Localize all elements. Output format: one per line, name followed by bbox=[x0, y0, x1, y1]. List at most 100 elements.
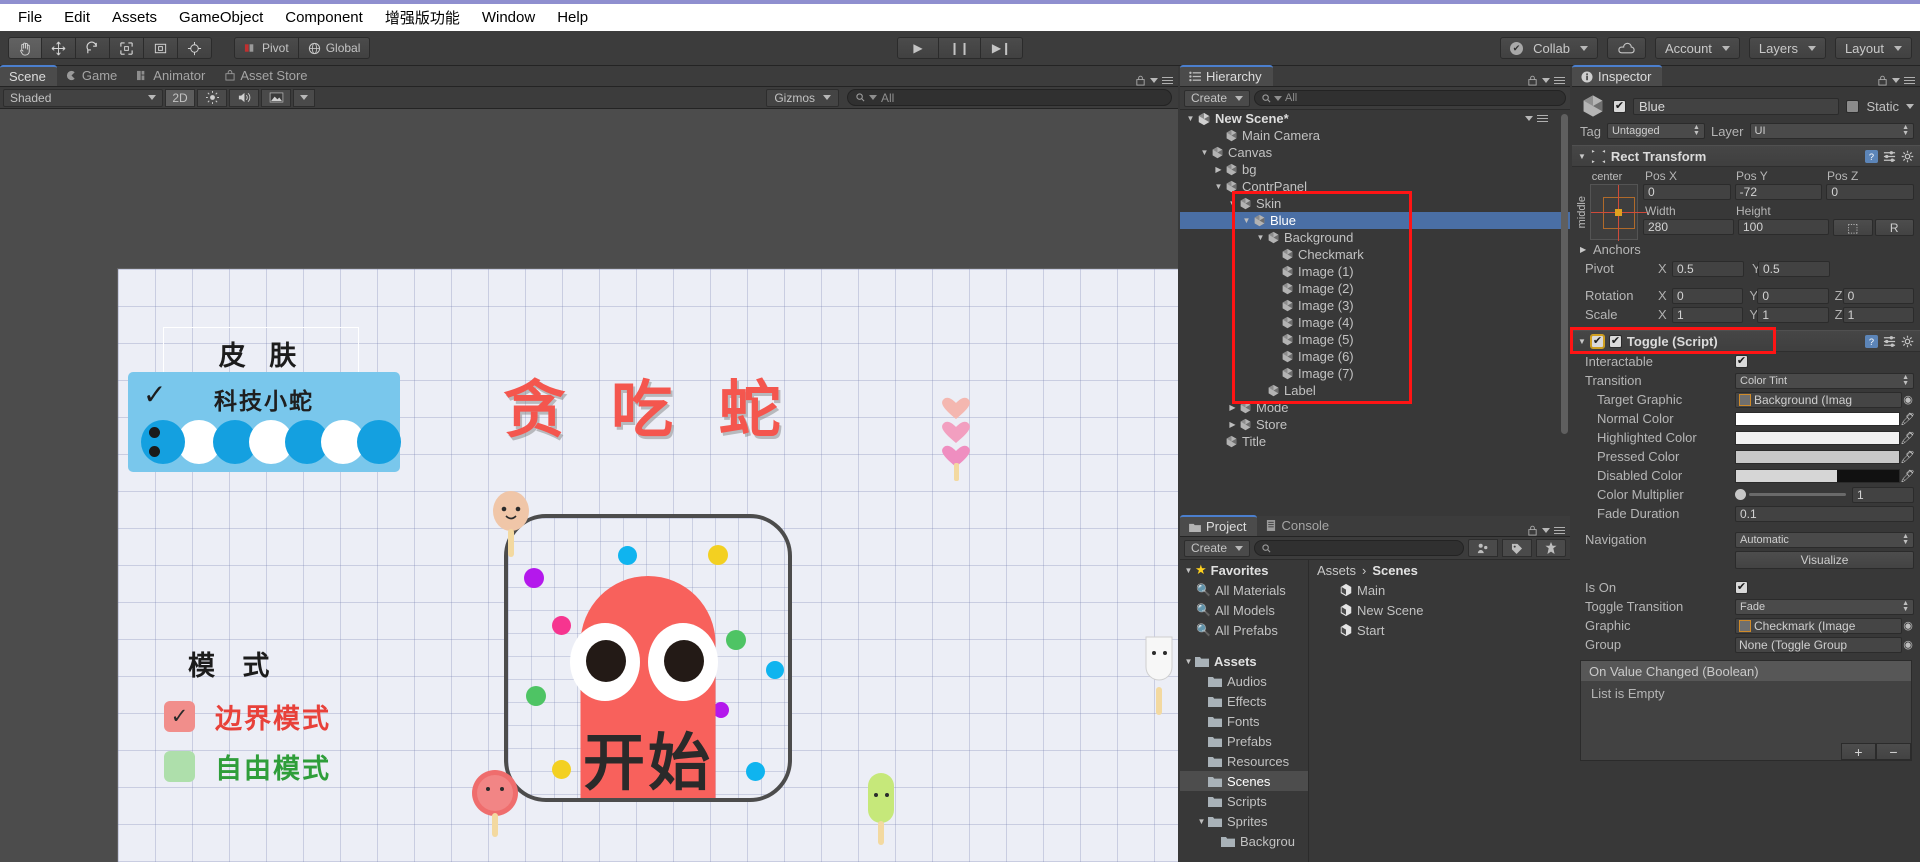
raw-edit-button[interactable]: R bbox=[1874, 219, 1914, 236]
height-field[interactable]: 100 bbox=[1738, 219, 1829, 235]
play-button[interactable]: ▶ bbox=[897, 37, 939, 59]
pivot-button[interactable]: Pivot bbox=[234, 37, 299, 59]
hierarchy-create-button[interactable]: Create bbox=[1184, 89, 1251, 107]
help-icon[interactable]: ? bbox=[1865, 149, 1878, 163]
filter-by-type-icon[interactable] bbox=[1468, 539, 1498, 557]
hierarchy-item-image-1[interactable]: Image (1) bbox=[1180, 263, 1570, 280]
project-favorites-root[interactable]: ▼ ★ Favorites bbox=[1180, 560, 1308, 580]
menu-item-help[interactable]: Help bbox=[546, 7, 599, 28]
chevron-down-icon[interactable]: ▼ bbox=[1212, 182, 1225, 191]
transition-dropdown[interactable]: Color Tint ▲ ▼ bbox=[1735, 372, 1914, 389]
hierarchy-item-title[interactable]: Title bbox=[1180, 433, 1570, 450]
pane-menu-icon[interactable] bbox=[1904, 77, 1915, 84]
highlighted-color-swatch[interactable] bbox=[1735, 430, 1900, 445]
hierarchy-item-store[interactable]: ▶ Store bbox=[1180, 416, 1570, 433]
pane-menu-icon[interactable] bbox=[1162, 77, 1173, 84]
hierarchy-item-blue[interactable]: ▼ Blue bbox=[1180, 212, 1570, 229]
pivot-y-field[interactable]: 0.5 bbox=[1758, 260, 1830, 277]
filter-by-label-icon[interactable] bbox=[1502, 539, 1532, 557]
pause-button[interactable]: ❙❙ bbox=[939, 37, 981, 59]
gear-icon[interactable] bbox=[1901, 150, 1914, 163]
chevron-down-icon[interactable]: ▼ bbox=[1240, 216, 1253, 225]
hierarchy-item-image-5[interactable]: Image (5) bbox=[1180, 331, 1570, 348]
chevron-down-icon[interactable] bbox=[1542, 528, 1550, 533]
visualize-button[interactable]: Visualize bbox=[1735, 551, 1914, 569]
toggle-2d-button[interactable]: 2D bbox=[165, 88, 195, 107]
disabled-color-swatch[interactable] bbox=[1735, 468, 1900, 483]
graphic-field[interactable]: Checkmark (Image bbox=[1735, 617, 1902, 634]
project-folder-tree[interactable]: ▼ ★ Favorites 🔍 All Materials 🔍 All Models 🔍… bbox=[1180, 560, 1308, 862]
target-graphic-field[interactable]: Background (Imag bbox=[1735, 391, 1902, 408]
menu-item-gameobject[interactable]: GameObject bbox=[168, 7, 274, 28]
mode-row-boundary[interactable]: ✓ 边界模式 bbox=[164, 697, 331, 736]
rotation-x-field[interactable]: 0 bbox=[1672, 287, 1744, 304]
lock-icon[interactable] bbox=[1135, 75, 1146, 86]
anchor-preset-gizmo[interactable] bbox=[1590, 184, 1647, 241]
hierarchy-item-label[interactable]: Label bbox=[1180, 382, 1570, 399]
pane-menu-icon[interactable] bbox=[1554, 527, 1565, 534]
mode-checkbox-boundary[interactable]: ✓ bbox=[164, 701, 195, 732]
object-enabled-checkbox[interactable]: ✔ bbox=[1613, 99, 1626, 113]
hierarchy-item-image-4[interactable]: Image (4) bbox=[1180, 314, 1570, 331]
hierarchy-tree[interactable]: ▼ New Scene* Main Camera ▼ Canvas ▶ bg ▼ Contr… bbox=[1180, 110, 1570, 514]
effects-dropdown[interactable] bbox=[293, 88, 315, 107]
color-multiplier-slider[interactable] bbox=[1735, 489, 1846, 500]
interactable-checkbox[interactable]: ✔ bbox=[1735, 355, 1748, 368]
scene-viewport[interactable]: 皮 肤 ✓ 科技小蛇 模 式 ✓ 边界模式 自由模式 贪 吃 蛇 开始 bbox=[0, 109, 1178, 862]
effects-toggle-icon[interactable] bbox=[261, 88, 291, 107]
project-folder-resources[interactable]: Resources bbox=[1180, 751, 1308, 771]
project-create-button[interactable]: Create bbox=[1184, 539, 1251, 557]
project-folder-backgrou[interactable]: Backgrou bbox=[1180, 831, 1308, 851]
pivot-x-field[interactable]: 0.5 bbox=[1672, 260, 1744, 277]
preset-icon[interactable] bbox=[1883, 335, 1896, 348]
hierarchy-scrollbar[interactable] bbox=[1560, 112, 1569, 512]
pressed-color-swatch[interactable] bbox=[1735, 449, 1900, 464]
project-file-new-scene[interactable]: New Scene bbox=[1309, 600, 1570, 620]
project-assets-root[interactable]: ▼ Assets bbox=[1180, 651, 1308, 671]
hierarchy-item-image-6[interactable]: Image (6) bbox=[1180, 348, 1570, 365]
normal-color-swatch[interactable] bbox=[1735, 411, 1900, 426]
project-folder-prefabs[interactable]: Prefabs bbox=[1180, 731, 1308, 751]
add-event-button[interactable]: + bbox=[1841, 743, 1876, 760]
menu-item-enhanced[interactable]: 增强版功能 bbox=[374, 5, 471, 30]
lock-icon[interactable] bbox=[1877, 75, 1888, 86]
hierarchy-item-background[interactable]: ▼ Background bbox=[1180, 229, 1570, 246]
project-favorite-all-materials[interactable]: 🔍 All Materials bbox=[1180, 580, 1308, 600]
navigation-dropdown[interactable]: Automatic ▲ ▼ bbox=[1735, 531, 1914, 548]
rect-tool-icon[interactable] bbox=[144, 37, 178, 59]
hierarchy-item-checkmark[interactable]: Checkmark bbox=[1180, 246, 1570, 263]
eyedropper-icon[interactable]: 🖊 bbox=[1900, 412, 1915, 426]
hierarchy-item-image-3[interactable]: Image (3) bbox=[1180, 297, 1570, 314]
hierarchy-search-input[interactable]: All bbox=[1254, 90, 1566, 106]
step-button[interactable]: ▶❙ bbox=[981, 37, 1023, 59]
preset-icon[interactable] bbox=[1883, 150, 1896, 163]
tab-inspector[interactable]: Inspector bbox=[1572, 65, 1663, 86]
layers-button[interactable]: Layers bbox=[1748, 37, 1826, 59]
scale-z-field[interactable]: 1 bbox=[1842, 306, 1914, 323]
project-folder-audios[interactable]: Audios bbox=[1180, 671, 1308, 691]
fade-duration-field[interactable]: 0.1 bbox=[1735, 505, 1914, 522]
chevron-down-icon[interactable]: ▼ bbox=[1184, 114, 1197, 123]
tab-hierarchy[interactable]: Hierarchy bbox=[1180, 65, 1273, 86]
project-file-list[interactable]: Assets › Scenes Main New Scene Start bbox=[1308, 560, 1570, 862]
project-folder-effects[interactable]: Effects bbox=[1180, 691, 1308, 711]
chevron-down-icon[interactable]: ▼ bbox=[1195, 817, 1208, 826]
rect-transform-header[interactable]: ▼ Rect Transform ? bbox=[1572, 145, 1920, 167]
menu-item-edit[interactable]: Edit bbox=[53, 7, 101, 28]
lighting-toggle-icon[interactable] bbox=[197, 88, 227, 107]
pos-z-field[interactable]: 0 bbox=[1826, 184, 1915, 200]
hierarchy-scene-root[interactable]: ▼ New Scene* bbox=[1180, 110, 1570, 127]
chevron-right-icon[interactable]: ▶ bbox=[1226, 403, 1239, 412]
chevron-down-icon[interactable]: ▼ bbox=[1198, 148, 1211, 157]
favorites-star-icon[interactable] bbox=[1536, 539, 1566, 557]
tag-dropdown[interactable]: Untagged ▲ ▼ bbox=[1606, 123, 1705, 139]
static-checkbox[interactable] bbox=[1846, 99, 1860, 113]
global-button[interactable]: Global bbox=[298, 37, 371, 59]
chevron-down-icon[interactable]: ▼ bbox=[1578, 152, 1586, 161]
mode-checkbox-free[interactable] bbox=[164, 751, 195, 782]
hierarchy-item-image-7[interactable]: Image (7) bbox=[1180, 365, 1570, 382]
menu-item-assets[interactable]: Assets bbox=[101, 7, 168, 28]
object-picker-icon[interactable]: ◉ bbox=[1902, 393, 1914, 406]
tab-project[interactable]: Project bbox=[1180, 515, 1258, 536]
toggle-component-enabled-checkbox[interactable]: ✔ bbox=[1589, 333, 1605, 349]
